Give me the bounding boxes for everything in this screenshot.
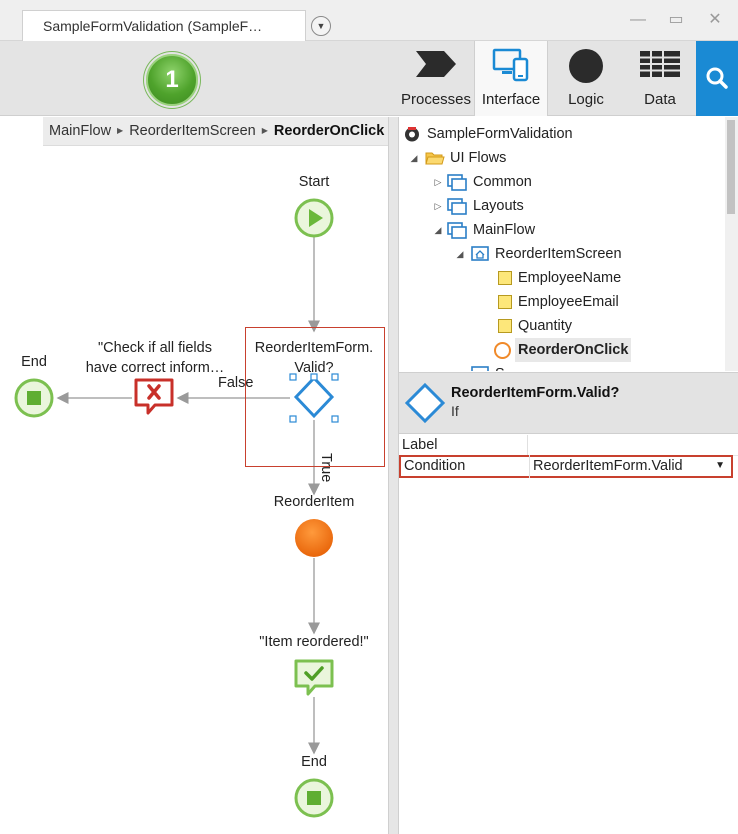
maximize-button[interactable]: ▭ xyxy=(665,10,687,30)
breadcrumb-current: ReorderOnClick xyxy=(273,123,385,139)
module-icon xyxy=(405,127,419,142)
expand-arrow-icon[interactable]: ▷ xyxy=(433,194,443,218)
property-key: Label xyxy=(402,437,438,453)
logic-icon xyxy=(569,49,603,83)
property-row-label[interactable]: Label xyxy=(399,435,738,456)
tree-item-partial[interactable]: ▷ S… xyxy=(399,362,725,371)
tree-item-var-employeeemail[interactable]: EmployeeEmail xyxy=(399,290,725,314)
end-left-node-icon[interactable] xyxy=(14,378,54,418)
data-icon xyxy=(640,51,680,77)
interface-icon xyxy=(492,48,529,82)
property-row-condition[interactable]: Condition ReorderItemForm.Valid ▼ xyxy=(399,455,733,478)
ui-flow-icon xyxy=(447,198,467,215)
properties-table: Label Condition ReorderItemForm.Valid ▼ xyxy=(399,435,738,834)
error-message-label: "Check if all fields have correct inform… xyxy=(85,340,225,376)
breadcrumb-item-mainflow[interactable]: MainFlow xyxy=(49,123,111,139)
assign-node-label: ReorderItem xyxy=(273,494,355,510)
flow-canvas[interactable]: Start ReorderItemForm. Valid? False True… xyxy=(0,117,389,834)
expand-arrow-icon[interactable]: ▷ xyxy=(455,362,465,371)
tree-item-ui-flows[interactable]: ◢ UI Flows xyxy=(399,146,725,170)
collapse-arrow-icon[interactable]: ◢ xyxy=(433,218,443,242)
tree-item-var-employeename[interactable]: EmployeeName xyxy=(399,266,725,290)
tree-item-layouts[interactable]: ▷ Layouts xyxy=(399,194,725,218)
close-button[interactable]: ✕ xyxy=(704,10,726,30)
property-key: Condition xyxy=(404,458,466,474)
selection-highlight-box xyxy=(245,327,385,467)
local-variable-icon xyxy=(498,319,512,333)
end-bottom-label: End xyxy=(301,754,327,770)
ui-flow-icon xyxy=(447,222,467,239)
properties-title: ReorderItemForm.Valid? xyxy=(451,385,620,401)
tree-scrollbar-thumb[interactable] xyxy=(727,120,735,214)
tab-data-label: Data xyxy=(644,91,676,108)
tab-data[interactable]: Data xyxy=(624,41,696,116)
tree-item-common[interactable]: ▷ Common xyxy=(399,170,725,194)
breadcrumb-item-screen[interactable]: ReorderItemScreen xyxy=(129,123,256,139)
expand-arrow-icon[interactable]: ▷ xyxy=(433,170,443,194)
tab-logic-label: Logic xyxy=(568,91,604,108)
condition-value-input[interactable]: ReorderItemForm.Valid xyxy=(533,458,683,474)
local-variable-icon xyxy=(498,295,512,309)
start-node-icon[interactable] xyxy=(294,198,334,238)
collapse-arrow-icon[interactable]: ◢ xyxy=(409,146,419,170)
tab-logic[interactable]: Logic xyxy=(548,41,624,116)
element-tree[interactable]: SampleFormValidation ◢ UI Flows ▷ Common… xyxy=(399,117,725,371)
tab-interface-label: Interface xyxy=(481,91,541,108)
document-tab[interactable]: SampleFormValidation (SampleF… xyxy=(22,10,306,42)
screen-icon xyxy=(471,366,489,371)
processes-icon xyxy=(416,51,456,77)
open-folder-icon xyxy=(425,152,445,165)
tree-item-mainflow[interactable]: ◢ MainFlow xyxy=(399,218,725,242)
minimize-button[interactable]: — xyxy=(627,10,649,30)
success-message-label: "Item reordered!" xyxy=(259,634,369,650)
tab-list-dropdown-icon[interactable]: ▼ xyxy=(311,16,331,36)
tab-interface[interactable]: Interface xyxy=(474,41,548,116)
collapse-arrow-icon[interactable]: ◢ xyxy=(455,242,465,266)
breadcrumb: MainFlow ▶ ReorderItemScreen ▶ ReorderOnClic… xyxy=(43,117,388,146)
breadcrumb-separator-icon: ▶ xyxy=(261,126,268,135)
tree-item-root[interactable]: SampleFormValidation xyxy=(399,122,725,146)
chevron-down-icon[interactable]: ▼ xyxy=(715,460,725,471)
properties-header xyxy=(399,372,738,434)
end-left-label: End xyxy=(21,354,47,370)
breadcrumb-separator-icon: ▶ xyxy=(117,126,124,135)
success-message-icon[interactable] xyxy=(293,658,335,698)
start-node-label: Start xyxy=(298,174,330,190)
error-message-icon[interactable] xyxy=(133,377,175,417)
screen-action-icon xyxy=(494,342,511,359)
search-button[interactable] xyxy=(696,41,738,116)
tab-processes-label: Processes xyxy=(400,91,472,108)
publish-step-badge[interactable]: 1 xyxy=(146,54,198,106)
assign-node-icon[interactable] xyxy=(294,518,334,558)
panel-splitter[interactable] xyxy=(388,117,399,834)
properties-subtitle: If xyxy=(451,403,459,419)
end-bottom-node-icon[interactable] xyxy=(294,778,334,818)
tree-item-action-selected[interactable]: ReorderOnClick xyxy=(399,338,725,362)
tab-processes[interactable]: Processes xyxy=(398,41,474,116)
true-branch-label: True xyxy=(318,453,334,483)
local-variable-icon xyxy=(498,271,512,285)
tree-item-screen[interactable]: ◢ ReorderItemScreen xyxy=(399,242,725,266)
if-element-icon xyxy=(404,382,446,424)
search-icon xyxy=(706,67,728,89)
screen-icon xyxy=(471,246,489,261)
tree-item-var-quantity[interactable]: Quantity xyxy=(399,314,725,338)
ui-flow-icon xyxy=(447,174,467,191)
